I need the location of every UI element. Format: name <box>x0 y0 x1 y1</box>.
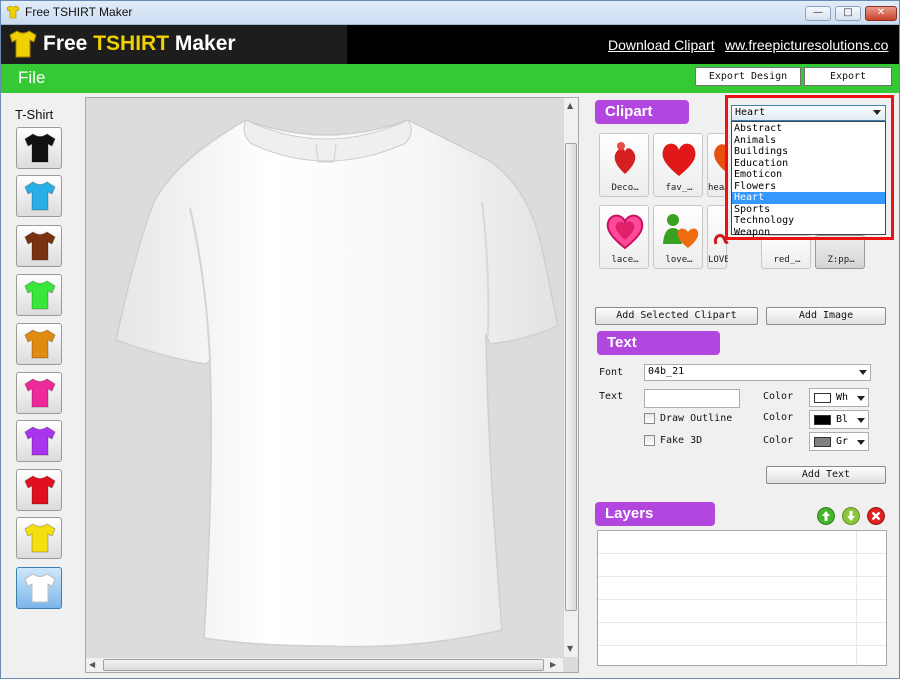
minimize-button[interactable]: — <box>805 6 831 21</box>
lace-heart-icon <box>606 214 644 250</box>
tshirt-icon <box>24 378 56 408</box>
add-image-button[interactable]: Add Image <box>766 307 886 325</box>
clipart-tile[interactable]: LOVE… <box>707 205 729 269</box>
window-title: Free TSHIRT Maker <box>25 5 133 19</box>
tshirt-color-swatch[interactable] <box>16 323 62 365</box>
deco-heart-icon <box>614 142 636 174</box>
export-button[interactable]: Export <box>804 67 892 86</box>
color-swatch <box>814 415 831 425</box>
layers-list[interactable] <box>597 530 887 666</box>
text-color-picker[interactable]: Wh <box>809 388 869 407</box>
tshirt-color-swatch[interactable] <box>16 517 62 559</box>
horizontal-scroll-thumb[interactable] <box>103 659 544 671</box>
download-clipart-link[interactable]: Download Clipart <box>608 37 715 53</box>
scroll-up-arrow[interactable]: ▲ <box>567 101 573 110</box>
chevron-down-icon <box>857 440 865 445</box>
menu-bar: File Export Design Export <box>1 64 899 93</box>
fake-3d-label: Fake 3D <box>660 435 703 446</box>
tshirt-logo-icon <box>9 30 37 58</box>
app-window: Free TSHIRT Maker — □ ✕ Free TSHIRT Make… <box>0 0 900 679</box>
scroll-right-arrow[interactable]: ▶ <box>550 660 556 669</box>
font-label: Font <box>599 367 624 378</box>
clipart-tile[interactable]: love… <box>653 205 703 269</box>
tshirt-color-swatch[interactable] <box>16 225 62 267</box>
tshirt-icon <box>24 133 56 163</box>
logo-text: Free TSHIRT Maker <box>43 32 236 55</box>
clipart-tile[interactable]: fav_… <box>653 133 703 197</box>
close-button[interactable]: ✕ <box>865 6 897 21</box>
tshirt-icon <box>24 181 56 211</box>
tshirt-color-swatch[interactable] <box>16 372 62 414</box>
love-people-icon <box>663 214 699 248</box>
move-layer-down-icon[interactable] <box>842 507 860 525</box>
color-swatch <box>814 393 831 403</box>
vertical-scroll-thumb[interactable] <box>565 143 577 611</box>
canvas-horizontal-scrollbar[interactable]: ◀ ▶ <box>86 657 563 672</box>
clipart-tile[interactable]: Deco… <box>599 133 649 197</box>
chevron-down-icon <box>857 418 865 423</box>
title-bar: Free TSHIRT Maker — □ ✕ <box>1 1 899 25</box>
fake-3d-checkbox[interactable] <box>644 435 655 446</box>
clipart-tile[interactable]: hea… <box>707 133 728 197</box>
outline-color-picker[interactable]: Bl <box>809 410 869 429</box>
tshirt-color-swatch[interactable] <box>16 469 62 511</box>
draw-outline-label: Draw Outline <box>660 413 733 424</box>
clipart-tile[interactable]: red_… <box>761 235 811 269</box>
delete-layer-icon[interactable] <box>867 507 885 525</box>
scroll-left-arrow[interactable]: ◀ <box>89 660 95 669</box>
scroll-down-arrow[interactable]: ▼ <box>567 644 573 653</box>
tshirt-icon <box>24 523 56 553</box>
logo: Free TSHIRT Maker <box>1 25 347 64</box>
tshirt-color-swatch[interactable] <box>16 127 62 169</box>
tshirt-icon <box>24 426 56 456</box>
text-header: Text <box>597 331 720 355</box>
color-label: Color <box>763 391 794 402</box>
banner: Free TSHIRT Maker Download Clipart ww.fr… <box>1 25 899 64</box>
tshirt-icon <box>24 475 56 505</box>
tshirt-color-swatch[interactable] <box>16 175 62 217</box>
outline-color-label: Color <box>763 412 794 423</box>
highlight-annotation <box>725 95 894 240</box>
layers-header: Layers <box>595 502 715 526</box>
3d-color-picker[interactable]: Gr <box>809 432 869 451</box>
text-input[interactable] <box>644 389 740 408</box>
chevron-down-icon <box>859 370 867 375</box>
move-layer-up-icon[interactable] <box>817 507 835 525</box>
tshirt-icon <box>24 280 56 310</box>
canvas-vertical-scrollbar[interactable]: ▲ ▼ <box>563 98 578 657</box>
tshirt-color-swatch[interactable] <box>16 420 62 462</box>
add-selected-clipart-button[interactable]: Add Selected Clipart <box>595 307 758 325</box>
red-heart-icon <box>662 143 696 176</box>
file-menu[interactable]: File <box>18 68 45 88</box>
tshirt-color-swatch[interactable] <box>16 274 62 316</box>
maximize-button[interactable]: □ <box>835 6 861 21</box>
tshirt-color-swatch[interactable] <box>16 567 62 609</box>
tshirt-icon <box>24 329 56 359</box>
tshirt-icon <box>24 231 56 261</box>
clipart-header: Clipart <box>595 100 689 124</box>
draw-outline-checkbox[interactable] <box>644 413 655 424</box>
chevron-down-icon <box>857 396 865 401</box>
color-swatch <box>814 437 831 447</box>
design-canvas[interactable] <box>85 97 579 673</box>
text-label: Text <box>599 391 624 402</box>
tshirt-label: T-Shirt <box>15 107 54 122</box>
export-design-button[interactable]: Export Design <box>695 67 801 86</box>
tshirt-app-icon <box>6 5 20 19</box>
shadow-color-label: Color <box>763 435 794 446</box>
clipart-tile[interactable]: Z:pp… <box>815 235 865 269</box>
tshirt-preview <box>115 119 559 648</box>
website-link[interactable]: ww.freepicturesolutions.co <box>725 37 899 53</box>
add-text-button[interactable]: Add Text <box>766 466 886 484</box>
tshirt-icon <box>24 573 56 603</box>
clipart-tile[interactable]: lace… <box>599 205 649 269</box>
font-select[interactable]: 04b_21 <box>644 364 871 381</box>
